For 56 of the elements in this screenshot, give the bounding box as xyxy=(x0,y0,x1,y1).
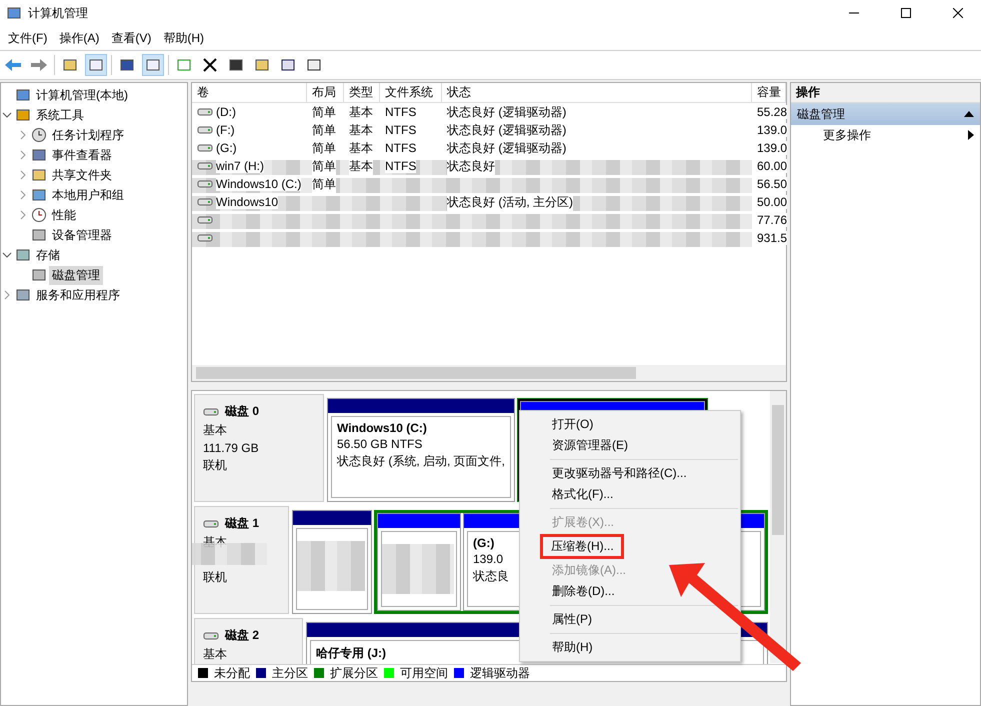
table-cell: 简单 xyxy=(312,104,336,120)
table-cell: 55.28 xyxy=(757,105,788,119)
disk-name: 磁盘 1 xyxy=(225,515,260,532)
disk-size: 111.79 GB xyxy=(203,441,260,455)
legend-label: 逻辑驱动器 xyxy=(470,664,530,681)
legend-label: 扩展分区 xyxy=(330,664,378,681)
disk-status: 联机 xyxy=(203,569,228,586)
actions-header: 操作 xyxy=(791,83,980,103)
partition-title: 哈仔专用 (J:) xyxy=(316,645,386,662)
table-cell: 139.0 xyxy=(757,141,788,155)
partition-info: 139.0 xyxy=(473,552,504,566)
disk-name: 磁盘 0 xyxy=(225,403,260,420)
table-cell: 状态良好 (逻辑驱动器) xyxy=(447,104,566,120)
table-cell: 简单 xyxy=(312,158,336,174)
disk-type: 基本 xyxy=(203,534,228,551)
table-cell: Windows10 (C:) xyxy=(216,177,302,191)
table-cell: 简单 xyxy=(312,140,336,156)
partition-info: 56.50 GB NTFS xyxy=(337,437,422,451)
partition-info: 状态良 xyxy=(473,568,509,585)
disk-name: 磁盘 2 xyxy=(225,627,260,644)
legend-label: 未分配 xyxy=(214,664,250,681)
partition-title: (G:) xyxy=(473,536,494,550)
table-cell: 简单 xyxy=(312,176,336,192)
table-cell: 基本 xyxy=(349,122,373,138)
table-cell: NTFS xyxy=(385,105,416,119)
table-cell: 60.00 xyxy=(757,159,788,173)
window-title: 计算机管理 xyxy=(28,4,89,22)
table-cell: 基本 xyxy=(349,158,373,174)
table-cell: 基本 xyxy=(349,104,373,120)
table-cell: NTFS xyxy=(385,159,416,173)
table-cell: 基本 xyxy=(349,140,373,156)
table-cell: 简单 xyxy=(312,122,336,138)
table-cell: (D:) xyxy=(216,105,236,119)
section-label: 磁盘管理 xyxy=(797,106,845,122)
table-cell: 139.0 xyxy=(757,123,788,137)
disk-status: 联机 xyxy=(203,457,228,474)
table-cell: 56.50 xyxy=(757,177,788,191)
table-cell: 状态良好 xyxy=(447,158,495,174)
table-cell: 50.00 xyxy=(757,195,788,209)
table-cell: Windows10 xyxy=(216,195,278,209)
disk-type: 基本 xyxy=(203,422,228,439)
partition-info: 状态良好 (系统, 启动, 页面文件, xyxy=(337,453,505,470)
table-cell: 931.5 xyxy=(757,231,788,245)
table-cell: win7 (H:) xyxy=(216,159,264,173)
table-cell: (F:) xyxy=(216,123,235,137)
table-cell: NTFS xyxy=(385,141,416,155)
table-cell: 状态良好 (逻辑驱动器) xyxy=(447,140,566,156)
legend-label: 可用空间 xyxy=(400,664,448,681)
table-cell: 状态良好 (逻辑驱动器) xyxy=(447,122,566,138)
disk-type: 基本 xyxy=(203,646,228,663)
partition-title: Windows10 (C:) xyxy=(337,421,427,435)
table-cell: (G:) xyxy=(216,141,237,155)
table-cell: 状态良好 (活动, 主分区) xyxy=(447,194,573,210)
table-cell: 77.76 xyxy=(757,213,788,227)
table-cell: NTFS xyxy=(385,123,416,137)
legend-label: 主分区 xyxy=(272,664,308,681)
